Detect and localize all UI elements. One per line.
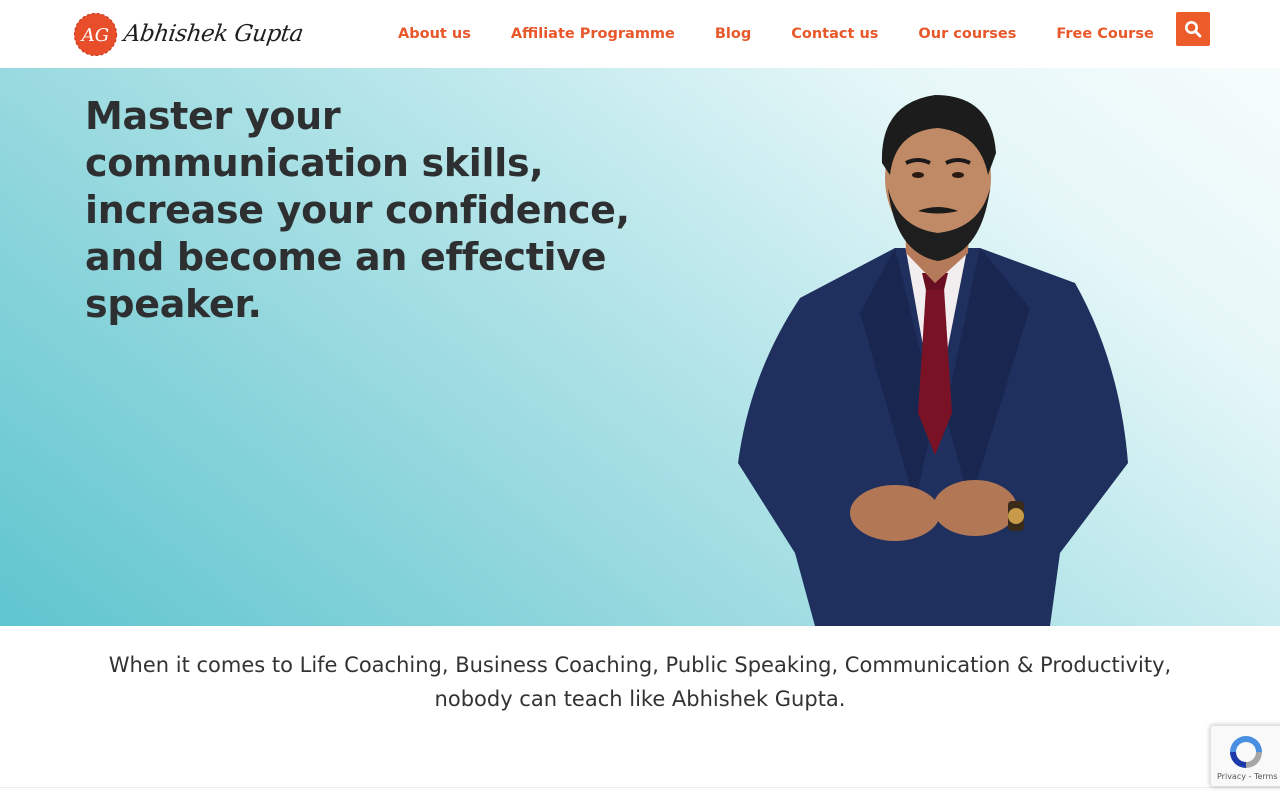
logo-mark-icon: AG [73, 12, 118, 56]
tagline-text: When it comes to Life Coaching, Business… [108, 653, 1172, 711]
search-icon [1185, 21, 1202, 38]
logo-wordmark: Abhishek Gupta [122, 21, 305, 47]
recaptcha-privacy-link[interactable]: Privacy [1217, 772, 1246, 781]
recaptcha-icon [1230, 736, 1262, 768]
hero-portrait-image [738, 95, 1128, 626]
hero-section: Master your communication skills, increa… [0, 68, 1280, 626]
site-logo[interactable]: AG Abhishek Gupta [73, 10, 305, 58]
logo-initials: AG [80, 25, 109, 46]
nav-affiliate-programme[interactable]: Affiliate Programme [491, 0, 695, 68]
nav-contact-us[interactable]: Contact us [771, 0, 898, 68]
hero-headline: Master your communication skills, increa… [85, 94, 630, 326]
nav-our-courses[interactable]: Our courses [898, 0, 1036, 68]
section-divider [0, 787, 1280, 788]
recaptcha-separator: - [1245, 772, 1254, 781]
nav-about-us[interactable]: About us [378, 0, 491, 68]
site-header: AG Abhishek Gupta About us Affiliate Pro… [0, 0, 1280, 68]
recaptcha-badge[interactable]: Privacy - Terms [1210, 725, 1280, 787]
recaptcha-links: Privacy - Terms [1217, 772, 1278, 781]
main-nav: About us Affiliate Programme Blog Contac… [378, 0, 1174, 68]
nav-free-course[interactable]: Free Course [1036, 0, 1173, 68]
recaptcha-terms-link[interactable]: Terms [1254, 772, 1278, 781]
search-button[interactable] [1176, 12, 1210, 46]
nav-blog[interactable]: Blog [695, 0, 771, 68]
